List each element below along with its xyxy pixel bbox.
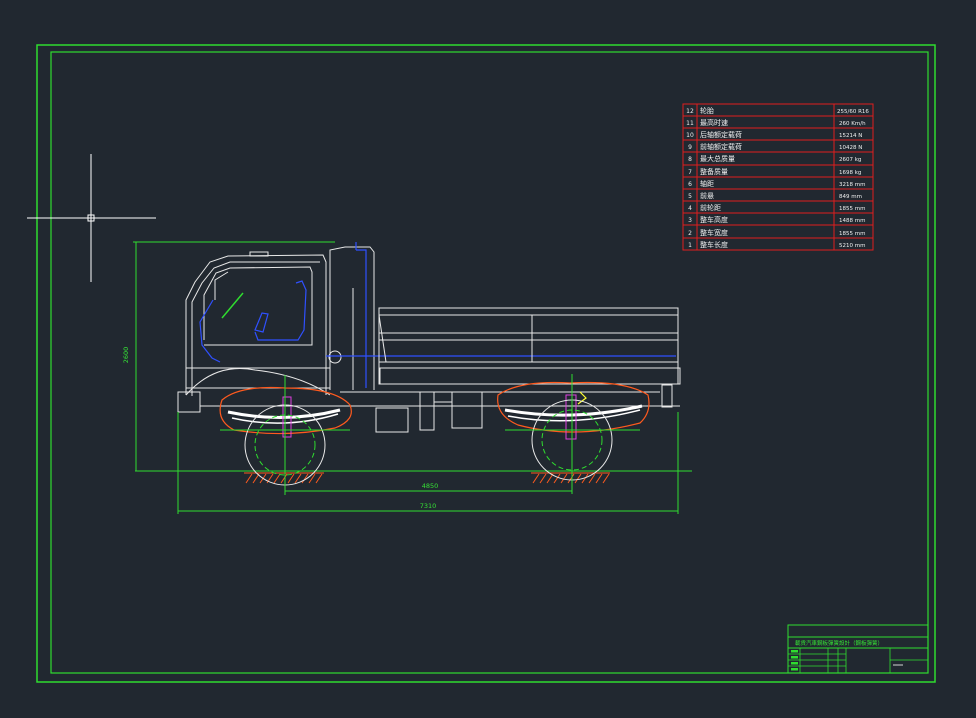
spec-row-value: 1698 kg <box>839 170 861 176</box>
spec-row-no: 9 <box>688 144 692 151</box>
spec-row-name: 最高时速 <box>700 118 728 127</box>
spec-row-name: 整车长度 <box>700 240 728 249</box>
spec-row-no: 11 <box>686 120 694 127</box>
spec-row-no: 6 <box>688 181 692 188</box>
spec-row-name: 整备质量 <box>700 167 728 176</box>
title-block: 載貨汽車鋼板彈簧設計（鋼板彈簧） <box>787 624 929 674</box>
dimension-overall-length[interactable]: 7310 <box>177 412 679 514</box>
chassis <box>200 384 680 433</box>
spec-row-value: 10428 N <box>839 145 862 151</box>
crosshair-cursor-icon <box>27 154 156 282</box>
spec-row-value: 15214 N <box>839 133 862 139</box>
spec-row-no: 4 <box>688 205 692 212</box>
spec-row-value: 1855 mm <box>839 231 865 237</box>
spec-row-value: 849 mm <box>839 194 862 200</box>
spec-row-name: 最大总质量 <box>700 154 735 163</box>
spec-row-name: 轴距 <box>700 179 714 188</box>
spec-row-no: 1 <box>688 242 692 249</box>
spec-row-name: 前轴额定载荷 <box>700 142 742 151</box>
spec-row-no: 3 <box>688 217 692 224</box>
dimension-overall-length-label: 7310 <box>420 502 437 510</box>
spec-row-name: 整车高度 <box>700 215 728 224</box>
spec-row-no: 7 <box>688 169 692 176</box>
spec-row-value: 1488 mm <box>839 218 865 224</box>
spec-row-name: 轮胎 <box>700 106 714 115</box>
spec-table: 12 轮胎 255/60 R16 11 最高时速 260 Km/h 10 后轴额… <box>682 103 874 251</box>
spec-row-name: 前轮距 <box>700 203 721 212</box>
spec-row-value: 255/60 R16 <box>837 109 869 115</box>
ground-hatch-rear <box>531 472 610 484</box>
outer-drawing-frame <box>36 44 936 683</box>
dimension-height-label: 2600 <box>122 347 130 364</box>
cad-drawing-canvas[interactable]: 12 轮胎 255/60 R16 11 最高时速 260 Km/h 10 后轴额… <box>0 0 976 718</box>
dimension-wheelbase[interactable]: 4850 <box>284 471 573 494</box>
spec-row-value: 260 Km/h <box>839 121 866 127</box>
spec-row-name: 后轴额定载荷 <box>700 130 742 139</box>
cargo-box <box>378 307 681 385</box>
spec-row-no: 2 <box>688 230 692 237</box>
steering-wheel-line <box>221 292 244 319</box>
spec-row-name: 整车宽度 <box>700 228 728 237</box>
spec-row-no: 10 <box>686 132 694 139</box>
truck-side-view[interactable] <box>135 242 692 495</box>
spec-row-name: 前悬 <box>700 191 714 200</box>
spec-row-no: 5 <box>688 193 692 200</box>
spec-row-value: 1855 mm <box>839 206 865 212</box>
spec-row-no: 8 <box>688 156 692 163</box>
title-block-title: 載貨汽車鋼板彈簧設計（鋼板彈簧） <box>795 639 883 647</box>
spec-row-value: 2607 kg <box>839 157 861 163</box>
spec-row-no: 12 <box>686 108 694 115</box>
spec-row-value: 3218 mm <box>839 182 865 188</box>
spec-row-value: 5210 mm <box>839 243 865 249</box>
dimension-height[interactable]: 2600 <box>122 241 335 471</box>
front-axle-assembly <box>219 375 352 495</box>
dimension-wheelbase-label: 4850 <box>422 482 439 490</box>
